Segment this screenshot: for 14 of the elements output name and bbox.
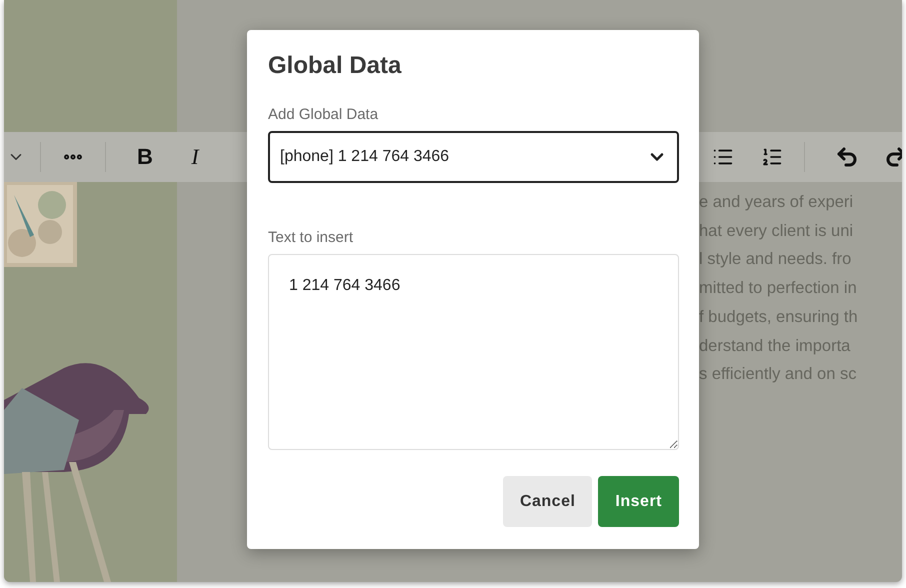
italic-button[interactable]: I bbox=[174, 137, 216, 177]
field-label: Text to insert bbox=[268, 229, 354, 246]
body-text: hat every client is uni bbox=[699, 220, 854, 242]
field-label: Add Global Data bbox=[268, 106, 380, 123]
dialog-title: Global Data bbox=[268, 52, 402, 80]
body-text: derstand the importa bbox=[699, 336, 850, 357]
insert-button[interactable]: Insert bbox=[598, 476, 679, 527]
body-text: e and years of experi bbox=[699, 192, 854, 213]
text-area[interactable]: 1 214 764 3466 bbox=[268, 254, 679, 450]
body-text: s efficiently and on sc bbox=[699, 364, 856, 386]
select-field[interactable]: [phone] 1 214 764 3466 bbox=[268, 131, 679, 183]
body-text: mitted to perfection in bbox=[699, 278, 857, 300]
bold-button[interactable]: B bbox=[124, 137, 166, 177]
cancel-button[interactable]: Cancel bbox=[502, 476, 592, 527]
